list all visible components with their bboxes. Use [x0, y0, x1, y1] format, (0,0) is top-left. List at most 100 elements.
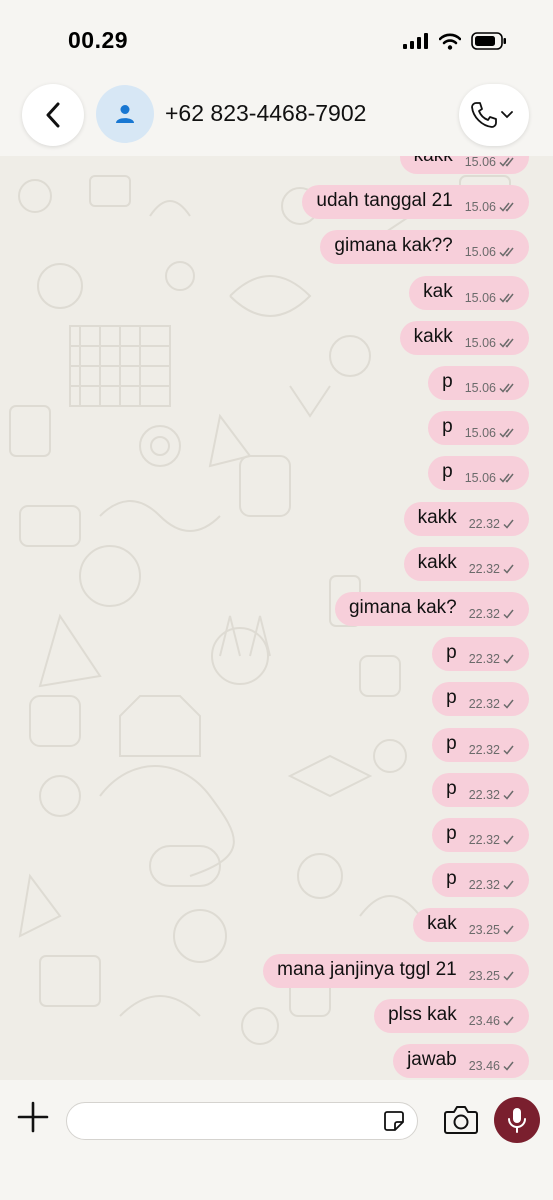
message-bubble[interactable]: p 22.32 — [432, 682, 529, 717]
message-meta: 23.25 — [469, 969, 515, 983]
message-bubble[interactable]: udah tanggal 21 15.06 — [302, 185, 529, 220]
message-time: 22.32 — [468, 878, 500, 893]
message-bubble[interactable]: p 22.32 — [432, 727, 529, 762]
status-time: 00.29 — [68, 27, 129, 53]
message-meta: 22.32 — [469, 697, 515, 711]
double-check-icon — [499, 473, 514, 484]
message-text: plss kak — [388, 1003, 457, 1025]
check-icon — [503, 609, 514, 619]
check-icon — [503, 880, 514, 890]
message-input[interactable] — [66, 1102, 418, 1140]
message-bubble[interactable]: p 15.06 — [428, 366, 529, 400]
check-icon — [503, 790, 514, 800]
message-meta: 22.32 — [469, 878, 515, 892]
message-text: p — [442, 416, 453, 438]
message-text: kak — [423, 280, 453, 302]
message-text: udah tanggal 21 — [316, 190, 453, 212]
message-time: 22.32 — [468, 652, 500, 667]
call-button[interactable] — [459, 84, 529, 146]
message-time: 23.46 — [468, 1059, 500, 1073]
message-meta: 22.32 — [469, 833, 515, 847]
phone-icon — [471, 102, 497, 128]
message-list[interactable]: kakk15.06udah tanggal 2115.06gimana kak?… — [0, 156, 553, 1080]
message-text: kakk — [417, 506, 457, 528]
message-bubble[interactable]: p 22.32 — [432, 637, 529, 672]
message-bubble[interactable]: gimana kak? 22.32 — [334, 592, 529, 626]
double-check-icon — [499, 338, 514, 348]
message-time: 23.25 — [468, 923, 500, 938]
message-text: p — [446, 732, 457, 754]
contact-name[interactable]: +62 823-4468-7902 — [165, 100, 366, 127]
message-meta: 15.06 — [465, 245, 515, 259]
check-icon — [503, 835, 514, 845]
message-text: gimana kak? — [348, 597, 457, 618]
input-bar — [0, 1080, 553, 1200]
double-check-icon — [499, 157, 514, 167]
message-bubble[interactable]: kakk 15.06 — [399, 320, 529, 355]
message-time: 23.46 — [468, 1013, 500, 1028]
sticker-icon[interactable] — [383, 1110, 405, 1132]
message-meta: 15.06 — [465, 291, 515, 305]
message-time: 22.32 — [468, 516, 500, 531]
plus-icon[interactable] — [16, 1100, 50, 1134]
message-text: kak — [427, 913, 457, 935]
message-bubble[interactable]: kakk 22.32 — [403, 501, 529, 536]
message-text: p — [442, 371, 453, 392]
check-icon — [503, 971, 514, 981]
status-bar: 00.29 — [0, 0, 553, 84]
message-bubble[interactable]: kak 23.25 — [413, 908, 529, 943]
message-text: p — [446, 642, 457, 664]
battery-icon — [471, 32, 506, 50]
message-time: 15.06 — [464, 471, 496, 486]
check-icon — [503, 564, 514, 574]
mic-button[interactable] — [494, 1097, 540, 1143]
message-meta: 22.32 — [469, 562, 515, 576]
message-meta: 15.06 — [465, 200, 515, 214]
message-bubble[interactable]: kakk 15.06 — [399, 156, 529, 174]
message-meta: 15.06 — [465, 426, 515, 440]
message-text: kakk — [417, 551, 457, 573]
message-text: p — [446, 687, 457, 709]
message-time: 15.06 — [464, 156, 496, 169]
chat-header: +62 823-4468-7902 — [0, 84, 553, 156]
message-meta: 23.46 — [469, 1059, 515, 1073]
message-time: 15.06 — [464, 426, 496, 441]
double-check-icon — [499, 383, 514, 393]
message-bubble[interactable]: p 22.32 — [432, 863, 529, 898]
check-icon — [503, 699, 514, 710]
message-bubble[interactable]: gimana kak?? 15.06 — [320, 230, 529, 265]
back-icon — [46, 102, 60, 128]
check-icon — [503, 1016, 514, 1026]
double-check-icon — [499, 247, 514, 258]
message-text: p — [446, 777, 457, 799]
message-meta: 15.06 — [465, 471, 515, 485]
message-meta: 22.32 — [469, 607, 515, 621]
check-icon — [503, 1061, 514, 1071]
avatar[interactable] — [96, 85, 154, 143]
message-meta: 23.46 — [469, 1014, 515, 1028]
message-text: p — [442, 461, 453, 483]
message-bubble[interactable]: kak 15.06 — [409, 275, 529, 310]
status-icons — [403, 32, 507, 50]
message-meta: 22.32 — [469, 517, 515, 531]
message-time: 22.32 — [468, 833, 500, 847]
message-time: 22.32 — [468, 787, 500, 802]
message-bubble[interactable]: p 22.32 — [432, 818, 529, 852]
check-icon — [503, 654, 514, 664]
message-bubble[interactable]: p 15.06 — [428, 411, 529, 446]
message-time: 22.32 — [468, 697, 500, 712]
check-icon — [503, 925, 514, 936]
camera-icon[interactable] — [443, 1103, 479, 1137]
message-bubble[interactable]: kakk 22.32 — [403, 546, 529, 581]
message-time: 15.06 — [464, 245, 496, 260]
message-bubble[interactable]: jawab 23.46 — [393, 1044, 529, 1078]
wifi-icon — [439, 33, 461, 50]
message-bubble[interactable]: p 15.06 — [428, 456, 529, 491]
message-text: mana janjinya tggl 21 — [277, 958, 457, 980]
back-button[interactable] — [22, 84, 84, 146]
message-time: 15.06 — [464, 381, 496, 395]
message-meta: 15.06 — [465, 381, 515, 395]
message-bubble[interactable]: plss kak 23.46 — [374, 998, 529, 1033]
message-bubble[interactable]: mana janjinya tggl 21 23.25 — [263, 953, 529, 988]
message-bubble[interactable]: p 22.32 — [432, 772, 529, 807]
